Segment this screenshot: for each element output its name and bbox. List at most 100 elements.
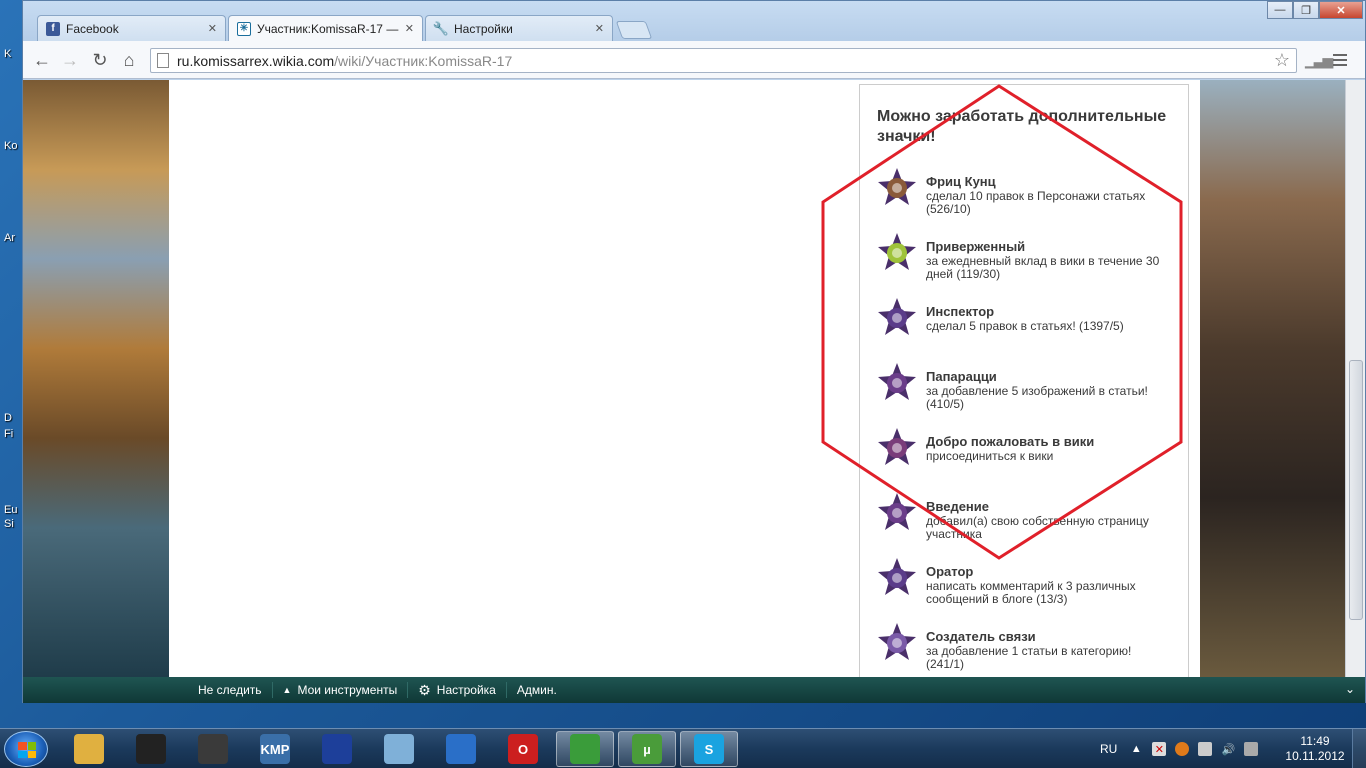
maximize-button[interactable]: ❐: [1293, 1, 1319, 19]
my-tools-label: Мои инструменты: [297, 683, 398, 697]
badge-description: за добавление 5 изображений в статьи! (4…: [926, 384, 1148, 411]
badge-text: Добро пожаловать в вики присоединиться к …: [926, 435, 1094, 463]
badge-item[interactable]: Добро пожаловать в вики присоединиться к …: [877, 428, 1170, 500]
badge-text: Инспектор сделал 5 правок в статьях! (139…: [926, 305, 1124, 333]
floppy-save-icon: [322, 734, 352, 764]
tab-settings[interactable]: 🔧 Настройки ✕: [425, 15, 613, 41]
forward-button[interactable]: →: [59, 49, 81, 71]
signal-icon: ▁▃▅: [1305, 52, 1333, 68]
my-tools-button[interactable]: ▲ Мои инструменты: [273, 682, 409, 698]
tab-user-page[interactable]: ✳ Участник:KomissaR-17 — ✕: [228, 15, 423, 41]
start-button[interactable]: [4, 731, 48, 767]
taskbar-button[interactable]: [122, 731, 180, 767]
admin-button[interactable]: Админ.: [507, 682, 567, 698]
show-hidden-icons-icon[interactable]: ▲: [1129, 742, 1143, 756]
badge-item[interactable]: Приверженный за ежедневный вклад в вики в…: [877, 233, 1170, 305]
taskbar-button[interactable]: µ: [618, 731, 676, 767]
volume-icon[interactable]: 🔊: [1221, 742, 1235, 756]
desktop-label[interactable]: Fi: [4, 428, 13, 440]
taskbar-button[interactable]: [432, 731, 490, 767]
scrollbar-thumb[interactable]: [1349, 360, 1363, 620]
taskbar-button[interactable]: [308, 731, 366, 767]
menu-button[interactable]: [1329, 50, 1351, 70]
taskbar-button[interactable]: [60, 731, 118, 767]
caret-up-icon: ▲: [282, 685, 292, 695]
desktop-label[interactable]: Si: [4, 518, 14, 530]
address-bar[interactable]: ru.komissarrex.wikia.com/wiki/Участник:K…: [150, 48, 1297, 73]
vertical-scrollbar[interactable]: [1345, 80, 1365, 677]
close-tab-icon[interactable]: ✕: [405, 22, 414, 35]
badges-rail: Можно заработать дополнительные значки! …: [859, 84, 1189, 677]
badge-item[interactable]: Инспектор сделал 5 правок в статьях! (139…: [877, 298, 1170, 370]
badge-text: Фриц Кунц сделал 10 правок в Персонажи ст…: [926, 175, 1170, 216]
taskbar-button[interactable]: KMP: [246, 731, 304, 767]
minimize-button[interactable]: —: [1267, 1, 1293, 19]
explorer-icon: [74, 734, 104, 764]
tab-facebook[interactable]: f Facebook ✕: [37, 15, 226, 41]
power-icon[interactable]: [1244, 742, 1259, 756]
badge-description: за ежедневный вклад в вики в течение 30 …: [926, 254, 1160, 281]
taskbar-button[interactable]: [184, 731, 242, 767]
home-button[interactable]: ⌂: [118, 49, 140, 71]
badge-item[interactable]: Создатель связи за добавление 1 статьи в …: [877, 623, 1170, 677]
reload-button[interactable]: ↻: [89, 49, 111, 71]
network-error-icon[interactable]: ✕: [1152, 742, 1167, 756]
window-controls: — ❐ ✕: [1267, 1, 1363, 19]
desktop-label[interactable]: D: [4, 412, 12, 424]
notepad-icon: [384, 734, 414, 764]
opera-icon: O: [508, 734, 538, 764]
badge-item[interactable]: Папарацци за добавление 5 изображений в с…: [877, 363, 1170, 435]
close-tab-icon[interactable]: ✕: [208, 22, 217, 35]
badge-item[interactable]: Оратор написать комментарий к 3 различных…: [877, 558, 1170, 630]
badge-list: Фриц Кунц сделал 10 правок в Персонажи ст…: [877, 168, 1170, 677]
unfollow-button[interactable]: Не следить: [188, 682, 273, 698]
mafia-game-icon: [136, 734, 166, 764]
link-star-icon: [878, 623, 916, 660]
badge-text: Приверженный за ежедневный вклад в вики в…: [926, 240, 1170, 281]
chrome-icon: [570, 734, 600, 764]
badge-name: Фриц Кунц: [926, 174, 996, 189]
calendar-badge-icon: [878, 233, 916, 270]
close-tab-icon[interactable]: ✕: [595, 22, 604, 35]
badge-name: Введение: [926, 499, 989, 514]
badge-item[interactable]: Введение добавил(а) свою собственную стра…: [877, 493, 1170, 565]
bookmark-star-icon[interactable]: ☆: [1274, 50, 1290, 71]
desktop-label[interactable]: Ar: [4, 232, 15, 244]
avast-icon[interactable]: [1175, 742, 1190, 756]
page-icon: [157, 53, 169, 68]
badge-name: Папарацци: [926, 369, 997, 384]
taskbar-button[interactable]: S: [680, 731, 738, 767]
reload-icon: ↻: [92, 49, 108, 70]
show-desktop-button[interactable]: [1352, 729, 1366, 768]
tab-label: Facebook: [66, 21, 119, 36]
speaker-star-icon: [878, 558, 916, 595]
page-viewport: Можно заработать дополнительные значки! …: [23, 80, 1345, 677]
badge-item[interactable]: Фриц Кунц сделал 10 правок в Персонажи ст…: [877, 168, 1170, 240]
clock[interactable]: 11:49 10.11.2012: [1282, 734, 1348, 764]
taskbar-button[interactable]: [556, 731, 614, 767]
system-tray: RU ▲ ✕ 🔊: [1100, 729, 1267, 768]
language-indicator[interactable]: RU: [1100, 742, 1117, 756]
toolbar-settings-button[interactable]: ⚙ Настройка: [408, 682, 507, 698]
taskbar-button[interactable]: O: [494, 731, 552, 767]
taskbar-button[interactable]: [370, 731, 428, 767]
badge-description: сделал 5 правок в статьях! (1397/5): [926, 319, 1124, 333]
lightning-icon: [446, 734, 476, 764]
desktop-label[interactable]: Ko: [4, 140, 17, 152]
close-window-button[interactable]: ✕: [1319, 1, 1363, 19]
welcome-star-icon: [878, 428, 916, 465]
back-button[interactable]: ←: [31, 49, 53, 71]
url-path: /wiki/Участник:KomissaR-17: [334, 52, 513, 69]
inspector-star-icon: [878, 298, 916, 335]
clock-time: 11:49: [1300, 734, 1330, 748]
badge-description: сделал 10 правок в Персонажи статьях (52…: [926, 189, 1146, 216]
desktop-label[interactable]: Eu: [4, 504, 17, 516]
wikia-toolbar: Не следить ▲ Мои инструменты ⚙ Настройка…: [23, 677, 1365, 703]
badge-text: Создатель связи за добавление 1 статьи в …: [926, 630, 1170, 671]
new-tab-button[interactable]: [615, 21, 653, 39]
badge-description: написать комментарий к 3 различных сообщ…: [926, 579, 1136, 606]
collapse-toolbar-icon[interactable]: ⌄: [1345, 682, 1355, 696]
usb-device-icon[interactable]: [1198, 742, 1213, 756]
desktop-label[interactable]: K: [4, 48, 11, 60]
badge-name: Инспектор: [926, 304, 995, 319]
